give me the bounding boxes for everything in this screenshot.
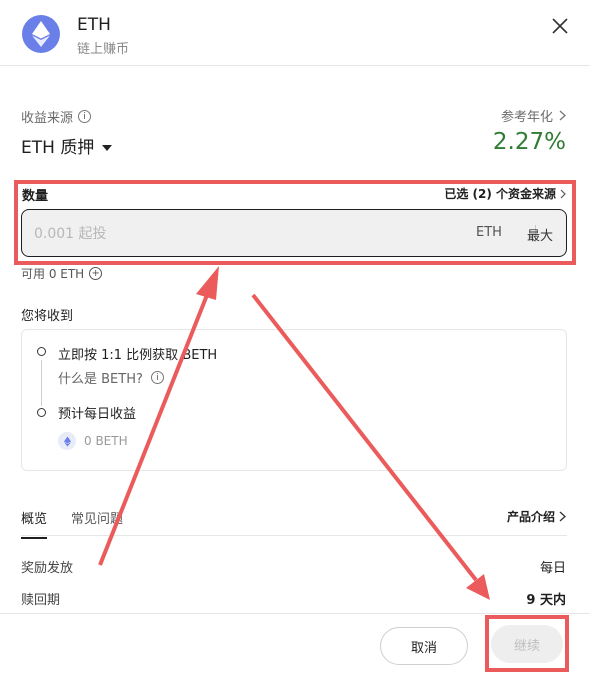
info-icon[interactable]: i [150,371,164,384]
yield-source-label: 收益来源 i [21,107,92,126]
coin-subtitle: 链上赚币 [77,42,130,57]
estimated-daily-earnings-label: 预计每日收益 [58,407,137,422]
cancel-button[interactable]: 取消 [380,627,468,665]
apr-value: 2.27% [492,129,566,155]
caret-down-icon [102,144,113,151]
available-balance: 可用 0 ETH + [21,265,103,282]
yield-source-value: ETH 质押 [21,138,95,158]
tabs-divider [21,535,567,536]
timeline-dot [37,408,46,417]
continue-highlight-box [485,615,569,672]
yield-source-dropdown[interactable]: ETH 质押 [21,133,113,158]
beth-amount: 0 BETH [84,434,128,448]
product-intro-link[interactable]: 产品介绍 [507,508,566,525]
beth-amount-row: 0 BETH [58,432,128,450]
receive-title: 您将收到 [21,309,74,324]
ethereum-icon [58,432,76,450]
reward-distribution-label: 奖励发放 [21,561,74,576]
chevron-right-icon [559,511,566,522]
amount-highlight-box [14,180,576,265]
chevron-right-icon [559,110,566,121]
receive-beth-text: 立即按 1:1 比例获取 BETH [58,348,218,363]
reward-distribution-value: 每日 [539,561,566,576]
add-funds-icon[interactable]: + [89,267,103,280]
info-icon[interactable]: i [78,110,92,123]
coin-title: ETH [77,15,111,35]
redemption-period-label: 赎回期 [21,593,61,608]
redemption-period-value: 9 天内 [526,593,566,608]
timeline-dot [37,347,46,356]
timeline-line [41,360,42,406]
what-is-beth: 什么是 BETH? i [58,368,164,387]
ethereum-icon [22,15,60,53]
reference-apr-link[interactable]: 参考年化 [501,106,566,125]
close-icon[interactable] [549,15,571,37]
modal-header: ETH 链上赚币 [0,0,590,66]
